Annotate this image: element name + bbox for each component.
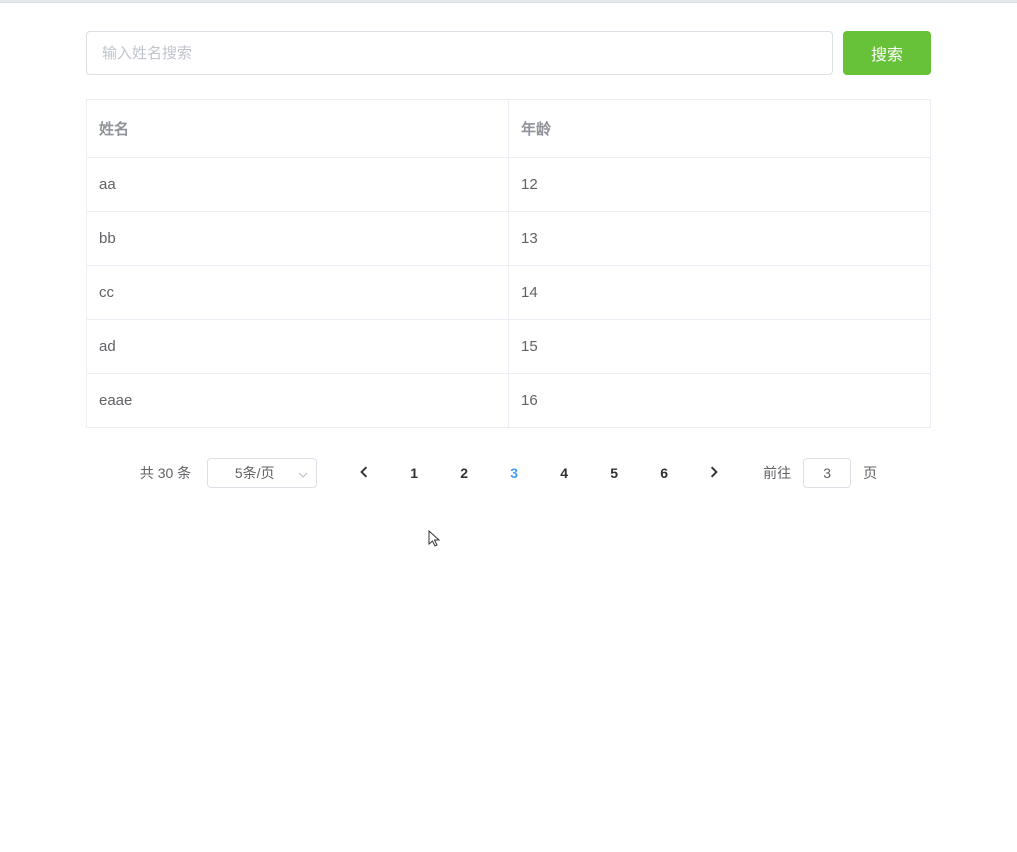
cell-age: 12 <box>509 158 931 212</box>
total-count: 30 <box>158 465 174 481</box>
cell-age: 15 <box>509 320 931 374</box>
table-row: eaae 16 <box>87 374 931 428</box>
pagination: 共 30 条 5条/页 1 2 3 4 5 6 前往 页 <box>86 458 931 488</box>
cell-age: 14 <box>509 266 931 320</box>
pagination-page-2[interactable]: 2 <box>449 458 479 488</box>
search-bar: 搜索 <box>86 31 931 75</box>
pagination-next-button[interactable] <box>699 458 729 488</box>
data-table: 姓名 年龄 aa 12 bb 13 cc 14 ad 15 eaae <box>86 99 931 428</box>
cell-name: eaae <box>87 374 509 428</box>
cell-age: 13 <box>509 212 931 266</box>
table-body: aa 12 bb 13 cc 14 ad 15 eaae 16 <box>87 158 931 428</box>
chevron-left-icon <box>358 465 370 481</box>
cursor-icon <box>428 530 442 551</box>
main-container: 搜索 姓名 年龄 aa 12 bb 13 cc 14 ad 15 <box>0 3 1017 516</box>
pagination-page-6[interactable]: 6 <box>649 458 679 488</box>
search-input[interactable] <box>86 31 833 75</box>
table-row: cc 14 <box>87 266 931 320</box>
table-row: bb 13 <box>87 212 931 266</box>
search-button[interactable]: 搜索 <box>843 31 931 75</box>
cell-name: bb <box>87 212 509 266</box>
pagination-page-3[interactable]: 3 <box>499 458 529 488</box>
pagination-page-5[interactable]: 5 <box>599 458 629 488</box>
total-suffix: 条 <box>177 465 191 481</box>
jump-suffix: 页 <box>863 463 877 483</box>
cell-age: 16 <box>509 374 931 428</box>
column-header-name: 姓名 <box>87 100 509 158</box>
pagination-page-1[interactable]: 1 <box>399 458 429 488</box>
jump-prefix: 前往 <box>763 463 791 483</box>
pagination-page-4[interactable]: 4 <box>549 458 579 488</box>
pagination-total: 共 30 条 <box>140 463 191 483</box>
pagination-prev-button[interactable] <box>349 458 379 488</box>
table-row: aa 12 <box>87 158 931 212</box>
table-row: ad 15 <box>87 320 931 374</box>
cell-name: aa <box>87 158 509 212</box>
table-header-row: 姓名 年龄 <box>87 100 931 158</box>
column-header-age: 年龄 <box>509 100 931 158</box>
page-size-select[interactable]: 5条/页 <box>207 458 317 488</box>
chevron-right-icon <box>708 465 720 481</box>
pagination-jump-input[interactable] <box>803 458 851 488</box>
chevron-down-icon <box>298 465 308 481</box>
page-size-label: 5条/页 <box>235 463 275 483</box>
total-prefix: 共 <box>140 465 154 481</box>
cell-name: cc <box>87 266 509 320</box>
cell-name: ad <box>87 320 509 374</box>
